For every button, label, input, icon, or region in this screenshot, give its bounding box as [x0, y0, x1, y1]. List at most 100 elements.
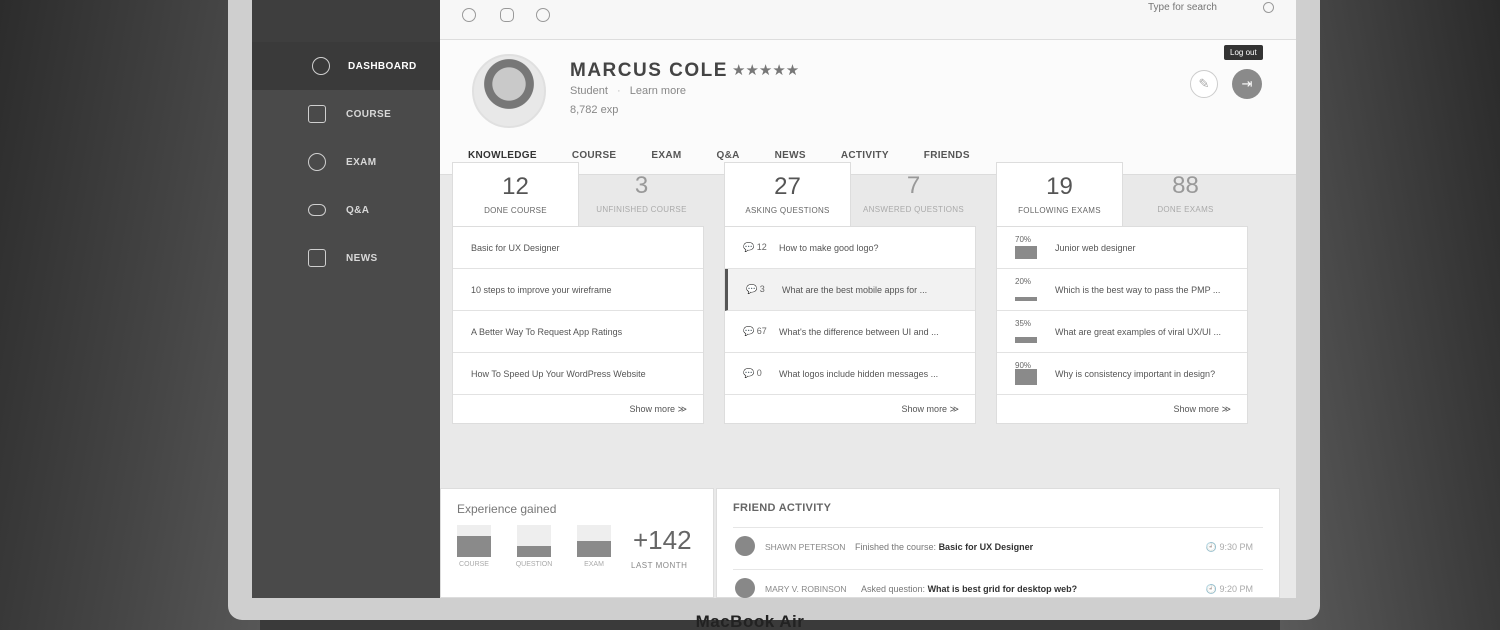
- activity-item[interactable]: What is best grid for desktop web?: [928, 584, 1078, 594]
- user-role-line: Student · Learn more: [570, 85, 686, 97]
- answered-questions-label: ANSWERED QUESTIONS: [863, 205, 964, 214]
- courses-stat-tabs: 12 DONE COURSE 3 UNFINISHED COURSE: [452, 162, 704, 226]
- experience-bar-fill: [577, 541, 611, 557]
- profile-header: MARCUS COLE ★★★★★ Student · Learn more 8…: [440, 40, 1296, 175]
- question-list-item[interactable]: 💬 67 What's the difference between UI an…: [725, 311, 975, 353]
- user-icon[interactable]: [462, 8, 476, 22]
- sidebar-item-label: NEWS: [346, 252, 378, 264]
- question-list-item[interactable]: 💬 3 What are the best mobile apps for ..…: [725, 269, 975, 311]
- question-text: What logos include hidden messages ...: [779, 368, 939, 379]
- logout-tooltip: Log out: [1224, 45, 1263, 60]
- sidebar-item-dashboard[interactable]: DASHBOARD: [252, 42, 440, 90]
- sidebar-item-exam[interactable]: EXAM: [252, 138, 440, 186]
- comment-count: 💬 12: [743, 242, 767, 252]
- logout-button[interactable]: ⇥: [1232, 69, 1262, 99]
- course-list-item[interactable]: 10 steps to improve your wireframe: [453, 269, 703, 311]
- courses-show-more-link[interactable]: Show more ≫: [453, 395, 703, 423]
- comment-count: 💬 0: [743, 368, 762, 378]
- exam-list-item[interactable]: 35% What are great examples of viral UX/…: [997, 311, 1247, 353]
- asking-questions-count: 27: [774, 173, 801, 200]
- done-exams-count: 88: [1172, 172, 1199, 199]
- question-list-item[interactable]: 💬 12 How to make good logo?: [725, 227, 975, 269]
- background-left: [0, 0, 260, 630]
- activity-action-text: Finished the course:: [855, 542, 937, 552]
- activity-user-name: MARY V. ROBINSON: [765, 584, 847, 594]
- user-role: Student: [570, 85, 608, 97]
- exam-list-item[interactable]: 90% Why is consistency important in desi…: [997, 353, 1247, 395]
- top-bar: [440, 0, 1296, 40]
- experience-bar-label: COURSE: [459, 561, 489, 568]
- experience-panel: Experience gained COURSE QUESTION EXAM +…: [440, 488, 714, 598]
- exam-progress-label: 70%: [1015, 234, 1032, 244]
- question-list: 💬 12 How to make good logo? 💬 3 What are…: [724, 226, 976, 424]
- asking-questions-tab[interactable]: 27 ASKING QUESTIONS: [724, 162, 851, 226]
- following-exams-tab[interactable]: 19 FOLLOWING EXAMS: [996, 162, 1123, 226]
- sidebar-item-course[interactable]: COURSE: [252, 90, 440, 138]
- exam-text: Which is the best way to pass the PMP ..…: [1055, 284, 1221, 295]
- done-course-count: 12: [502, 173, 529, 200]
- user-exp: 8,782 exp: [570, 104, 619, 116]
- message-icon[interactable]: [500, 8, 514, 22]
- activity-item[interactable]: Basic for UX Designer: [939, 542, 1034, 552]
- course-list-item[interactable]: A Better Way To Request App Ratings: [453, 311, 703, 353]
- exam-list-item[interactable]: 70% Junior web designer: [997, 227, 1247, 269]
- comment-count: 💬 3: [746, 284, 765, 294]
- question-text: What's the difference between UI and ...: [779, 326, 939, 337]
- unfinished-course-count: 3: [634, 172, 649, 199]
- activity-time: 🕘 9:20 PM: [1205, 584, 1253, 594]
- search-input[interactable]: [1148, 2, 1258, 13]
- activity-action-text: Asked question:: [861, 584, 926, 594]
- exam-progress: 90%: [1015, 359, 1055, 389]
- unfinished-course-tab[interactable]: 3 UNFINISHED COURSE: [579, 162, 704, 226]
- done-exams-label: DONE EXAMS: [1157, 205, 1214, 214]
- edit-profile-button[interactable]: ✎: [1190, 70, 1218, 98]
- question-list-item[interactable]: 💬 0 What logos include hidden messages .…: [725, 353, 975, 395]
- logout-icon: ⇥: [1241, 76, 1253, 91]
- experience-bar-label: QUESTION: [515, 561, 553, 568]
- chat-icon: [308, 204, 326, 216]
- course-list-item[interactable]: How To Speed Up Your WordPress Website: [453, 353, 703, 395]
- exam-text: What are great examples of viral UX/UI .…: [1055, 326, 1222, 337]
- sidebar-item-label: Q&A: [346, 204, 370, 216]
- separator-dot: ·: [616, 85, 621, 97]
- questions-show-more-link[interactable]: Show more ≫: [725, 395, 975, 423]
- sidebar-item-qa[interactable]: Q&A: [252, 186, 440, 234]
- notification-icon[interactable]: [536, 8, 550, 22]
- done-course-label: DONE COURSE: [484, 206, 547, 215]
- experience-bar: [517, 525, 551, 557]
- done-course-tab[interactable]: 12 DONE COURSE: [452, 162, 579, 226]
- activity-action: Finished the course: Basic for UX Design…: [855, 542, 1033, 552]
- avatar: [735, 578, 755, 598]
- exam-text: Why is consistency important in design?: [1055, 368, 1216, 379]
- questions-stat-tabs: 27 ASKING QUESTIONS 7 ANSWERED QUESTIONS: [724, 162, 976, 226]
- rating-stars: ★★★★★: [732, 62, 800, 79]
- experience-total-label: LAST MONTH: [631, 561, 688, 570]
- question-text: How to make good logo?: [779, 242, 879, 253]
- question-text: What are the best mobile apps for ...: [782, 284, 928, 295]
- search-icon[interactable]: [1263, 2, 1274, 13]
- exam-progress-label: 20%: [1015, 276, 1032, 286]
- learn-more-link[interactable]: Learn more: [630, 85, 686, 97]
- sidebar-item-label: COURSE: [346, 108, 392, 120]
- answered-questions-count: 7: [906, 172, 921, 199]
- course-list-item[interactable]: Basic for UX Designer: [453, 227, 703, 269]
- exams-show-more-link[interactable]: Show more ≫: [997, 395, 1247, 423]
- app-screen: DASHBOARD COURSE EXAM Q&A NEWS M: [252, 0, 1296, 598]
- activity-time: 🕘 9:30 PM: [1205, 542, 1253, 552]
- activity-user-name: SHAWN PETERSON: [765, 542, 846, 552]
- answered-questions-tab[interactable]: 7 ANSWERED QUESTIONS: [851, 162, 976, 226]
- exam-progress: 70%: [1015, 233, 1055, 263]
- activity-row[interactable]: SHAWN PETERSON Finished the course: Basi…: [733, 527, 1263, 563]
- activity-action: Asked question: What is best grid for de…: [861, 584, 1077, 594]
- exam-progress-bar: [1015, 336, 1037, 343]
- exam-list-item[interactable]: 20% Which is the best way to pass the PM…: [997, 269, 1247, 311]
- experience-bar-fill: [517, 546, 551, 557]
- sidebar-logo-area: [252, 0, 440, 42]
- avatar: [472, 54, 546, 128]
- done-exams-tab[interactable]: 88 DONE EXAMS: [1123, 162, 1248, 226]
- sidebar-item-news[interactable]: NEWS: [252, 234, 440, 282]
- activity-row[interactable]: MARY V. ROBINSON Asked question: What is…: [733, 569, 1263, 598]
- exam-progress-bar: [1015, 245, 1037, 259]
- exams-stat-tabs: 19 FOLLOWING EXAMS 88 DONE EXAMS: [996, 162, 1248, 226]
- experience-bar-fill: [457, 536, 491, 557]
